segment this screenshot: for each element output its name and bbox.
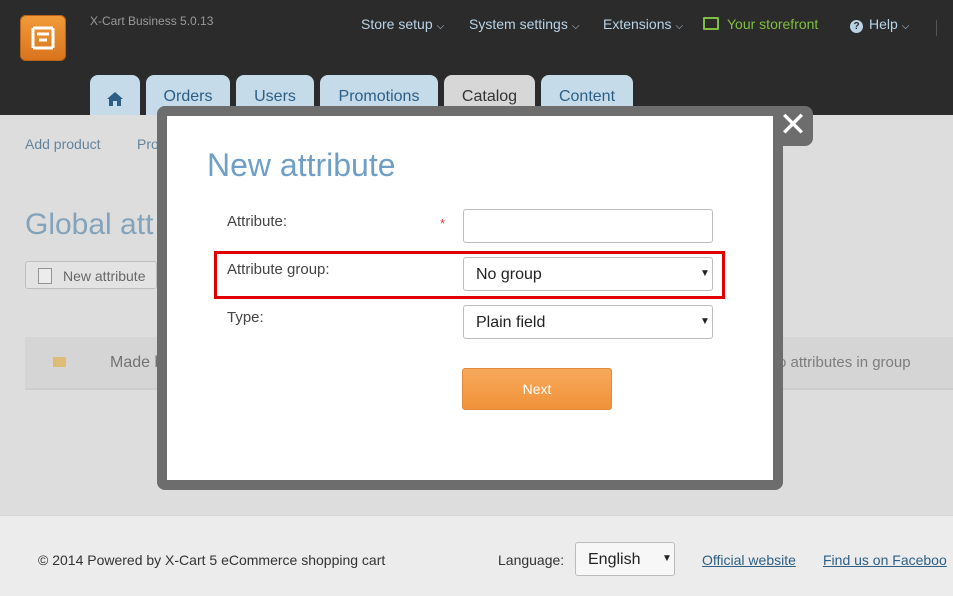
question-icon: ? — [850, 20, 863, 33]
language-select[interactable]: English ▼ — [575, 542, 675, 576]
type-label: Type: — [227, 309, 264, 326]
dropdown-arrow-icon: ▼ — [700, 316, 710, 327]
nav-extensions-label: Extensions — [603, 16, 672, 32]
xcart-logo-icon[interactable] — [20, 15, 66, 61]
highlight-box — [214, 251, 725, 299]
attribute-name-input[interactable] — [463, 209, 713, 243]
attribute-label: Attribute: — [227, 213, 288, 230]
group-name: Made b — [110, 354, 164, 371]
group-attribute-count: o attributes in group — [778, 354, 911, 371]
nav-extensions[interactable]: Extensions ⌵ — [603, 16, 683, 32]
new-attribute-button-label: New attribute — [63, 268, 146, 284]
chevron-down-icon: ⌵ — [901, 21, 910, 32]
nav-help[interactable]: ? Help ⌵ — [850, 16, 909, 33]
footer: © 2014 Powered by X-Cart 5 eCommerce sho… — [0, 515, 953, 596]
copyright-text: © 2014 Powered by X-Cart 5 eCommerce sho… — [38, 552, 386, 568]
language-label: Language: — [498, 552, 565, 568]
type-value: Plain field — [476, 314, 546, 331]
nav-store-setup-label: Store setup — [361, 16, 433, 32]
next-button[interactable]: Next — [462, 368, 612, 410]
nav-store-setup[interactable]: Store setup ⌵ — [361, 16, 444, 32]
divider — [936, 20, 937, 36]
page-title: Global att — [25, 208, 154, 241]
top-bar: X-Cart Business 5.0.13 Store setup ⌵ Syst… — [0, 0, 953, 115]
dropdown-arrow-icon: ▼ — [662, 553, 672, 564]
subnav-products[interactable]: Pro — [137, 136, 159, 152]
tab-home[interactable] — [90, 75, 140, 115]
facebook-link[interactable]: Find us on Faceboo — [823, 552, 947, 568]
language-value: English — [588, 551, 641, 568]
dialog-title: New attribute — [207, 147, 396, 183]
list-icon — [38, 268, 52, 284]
chevron-down-icon: ⌵ — [571, 21, 580, 32]
monitor-icon — [703, 17, 719, 30]
nav-help-label: Help — [869, 16, 898, 32]
home-icon — [107, 92, 123, 106]
nav-your-storefront[interactable]: Your storefront — [703, 16, 818, 32]
nav-system-settings[interactable]: System settings ⌵ — [469, 16, 579, 32]
close-icon[interactable]: ✕ — [773, 106, 813, 146]
nav-system-settings-label: System settings — [469, 16, 568, 32]
subnav-add-product[interactable]: Add product — [25, 136, 101, 152]
chevron-down-icon: ⌵ — [675, 21, 684, 32]
type-select[interactable]: Plain field ▼ — [463, 305, 713, 339]
required-marker: * — [440, 216, 446, 231]
new-attribute-button[interactable]: New attribute — [25, 261, 157, 289]
chevron-down-icon: ⌵ — [436, 21, 445, 32]
official-website-link[interactable]: Official website — [702, 552, 796, 568]
app-version: X-Cart Business 5.0.13 — [90, 14, 214, 28]
nav-storefront-label: Your storefront — [727, 16, 819, 32]
folder-icon — [53, 357, 66, 367]
